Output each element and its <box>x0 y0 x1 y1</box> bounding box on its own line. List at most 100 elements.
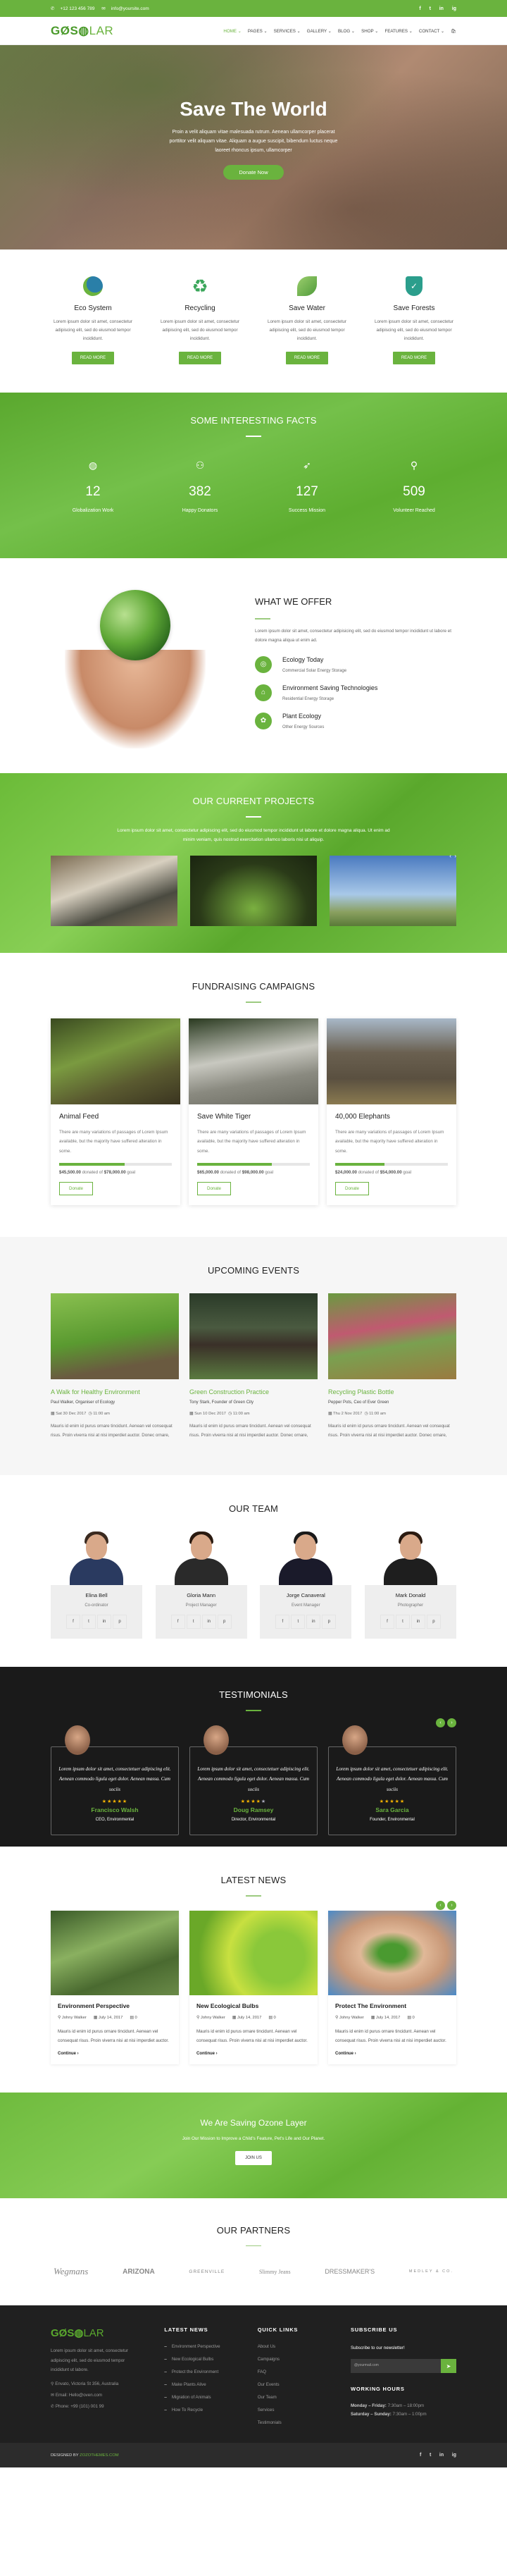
newsletter-email-input[interactable]: @yourmail.com <box>350 2359 441 2373</box>
nav-item-pages[interactable]: PAGES ⌄ <box>248 29 268 34</box>
offer-item-sub: Residential Energy Storage <box>282 696 334 701</box>
clock-icon: ◷ <box>364 1412 368 1416</box>
twitter-icon[interactable]: t <box>291 1615 306 1629</box>
event-title[interactable]: Green Construction Practice <box>189 1388 318 1395</box>
twitter-icon[interactable]: t <box>186 1615 201 1629</box>
next-arrow-button[interactable]: › <box>447 1900 456 1910</box>
continue-link[interactable]: Continue › <box>335 2052 449 2056</box>
donate-now-button[interactable]: Donate Now <box>223 165 284 180</box>
read-more-button[interactable]: READ MORE <box>392 352 436 364</box>
send-icon[interactable]: ➤ <box>440 2359 456 2373</box>
donate-button[interactable]: Donate <box>59 1182 93 1195</box>
linkedin-icon[interactable]: in <box>411 1615 425 1629</box>
member-role: Photographer <box>397 1603 424 1608</box>
facebook-icon[interactable]: f <box>419 6 420 11</box>
nav-item-contact[interactable]: CONTACT ⌄ <box>419 29 444 34</box>
news-image <box>51 1910 179 1995</box>
footer-email[interactable]: Email: Hello@oven.com <box>56 2393 102 2398</box>
partner-logo[interactable]: DRESSMAKER'S <box>325 2268 375 2275</box>
linkedin-icon[interactable]: in <box>201 1615 216 1629</box>
feature-card: Save Water Lorem ipsum dolor sit amet, c… <box>265 276 349 364</box>
footer-quick-link[interactable]: Campaigns <box>258 2357 351 2362</box>
testimonial-text: Lorem ipsum dolor sit amet, consectetuer… <box>336 1765 449 1792</box>
avatar <box>65 1725 90 1755</box>
read-more-button[interactable]: READ MORE <box>285 352 329 364</box>
footer-news-link[interactable]: – Environment Perspective <box>164 2344 257 2349</box>
pinterest-icon[interactable]: p <box>426 1615 441 1629</box>
pinterest-icon[interactable]: p <box>322 1615 337 1629</box>
designer-link[interactable]: ZOZOTHEMES.COM <box>80 2453 118 2458</box>
logo[interactable]: GØS◍LAR <box>51 24 113 38</box>
footer-logo[interactable]: GØS◍LAR <box>51 2327 143 2339</box>
facebook-icon[interactable]: f <box>66 1615 80 1629</box>
footer-quick-link[interactable]: FAQ <box>258 2369 351 2374</box>
donate-button[interactable]: Donate <box>197 1182 231 1195</box>
cart-icon[interactable]: 🛍 <box>451 28 456 34</box>
footer-quick-link[interactable]: Testimonials <box>258 2420 351 2425</box>
donate-button[interactable]: Donate <box>335 1182 369 1195</box>
twitter-icon[interactable]: t <box>395 1615 410 1629</box>
footer-news-link[interactable]: – Make Plants Alive <box>164 2382 257 2387</box>
news-title[interactable]: Protect The Environment <box>335 2002 449 2009</box>
project-image-sprout[interactable] <box>190 855 317 926</box>
linkedin-icon[interactable]: in <box>439 2453 444 2458</box>
email-address[interactable]: info@yoursite.com <box>111 6 149 11</box>
testimonial-role: Director, Environmental <box>231 1818 276 1822</box>
next-arrow-icon[interactable]: › <box>454 853 456 859</box>
news-title[interactable]: New Ecological Bulbs <box>196 2002 311 2009</box>
footer-quick-link[interactable]: Services <box>258 2408 351 2412</box>
partner-logo[interactable]: GREENVILLE <box>189 2269 225 2274</box>
nav-item-services[interactable]: SERVICES ⌄ <box>274 29 301 34</box>
linkedin-icon[interactable]: in <box>306 1615 321 1629</box>
footer-news-link[interactable]: – How To Recycle <box>164 2408 257 2412</box>
footer-quick-link[interactable]: About Us <box>258 2344 351 2349</box>
footer-news-link[interactable]: – New Ecological Bulbs <box>164 2357 257 2362</box>
facebook-icon[interactable]: f <box>170 1615 185 1629</box>
partner-logo[interactable]: Wegmans <box>54 2266 88 2277</box>
footer-news-link[interactable]: – Migration of Animals <box>164 2395 257 2400</box>
linkedin-icon[interactable]: in <box>97 1615 111 1629</box>
footer-quick-link[interactable]: Our Events <box>258 2382 351 2387</box>
twitter-icon[interactable]: t <box>430 6 431 11</box>
user-icon: ⚲ <box>410 459 418 471</box>
nav-item-blog[interactable]: BLOG ⌄ <box>338 29 355 34</box>
instagram-icon[interactable]: ig <box>452 2453 456 2458</box>
facebook-icon[interactable]: f <box>275 1615 290 1629</box>
footer-news-link[interactable]: – Protect the Environment <box>164 2369 257 2374</box>
instagram-icon[interactable]: ig <box>452 6 456 11</box>
calendar-icon: ▦ <box>93 2015 98 2020</box>
event-title[interactable]: A Walk for Healthy Environment <box>51 1388 179 1395</box>
prev-arrow-icon[interactable]: ‹ <box>449 853 451 859</box>
section-title: SOME INTERESTING FACTS <box>190 415 317 426</box>
comment-icon: ▤ <box>268 2015 273 2020</box>
facebook-icon[interactable]: f <box>420 2453 421 2458</box>
footer-about-text: Lorem ipsum dolor sit amet, consectetur … <box>51 2348 129 2372</box>
project-image-wind-turbines[interactable] <box>330 855 456 926</box>
save-water-icon <box>297 276 317 296</box>
pinterest-icon[interactable]: p <box>113 1615 127 1629</box>
continue-link[interactable]: Continue › <box>196 2052 311 2056</box>
pinterest-icon[interactable]: p <box>217 1615 232 1629</box>
nav-item-home[interactable]: HOME ⌄ <box>223 29 241 34</box>
read-more-button[interactable]: READ MORE <box>71 352 115 364</box>
project-image-tiger[interactable] <box>51 855 177 926</box>
prev-arrow-button[interactable]: ‹ <box>436 1900 445 1910</box>
news-title[interactable]: Environment Perspective <box>58 2002 172 2009</box>
news-text: Mauris id enim id purus ornare tincidunt… <box>58 2028 169 2044</box>
twitter-icon[interactable]: t <box>430 2453 431 2458</box>
event-title[interactable]: Recycling Plastic Bottle <box>328 1388 456 1395</box>
footer-quick-link[interactable]: Our Team <box>258 2395 351 2400</box>
partner-logo[interactable]: MEDLEY & CO. <box>409 2269 453 2274</box>
campaign-progress-bar <box>59 1163 172 1166</box>
read-more-button[interactable]: READ MORE <box>178 352 222 364</box>
nav-item-shop[interactable]: SHOP ⌄ <box>361 29 378 34</box>
nav-item-features[interactable]: FEATURES ⌄ <box>384 29 412 34</box>
partner-logo[interactable]: ARIZONA <box>123 2268 155 2276</box>
continue-link[interactable]: Continue › <box>58 2052 172 2056</box>
partner-logo[interactable]: Slimmy Jeans <box>259 2269 291 2275</box>
linkedin-icon[interactable]: in <box>439 6 444 11</box>
twitter-icon[interactable]: t <box>82 1615 96 1629</box>
facebook-icon[interactable]: f <box>380 1615 394 1629</box>
join-us-button[interactable]: JOIN US <box>235 2150 272 2165</box>
nav-item-gallery[interactable]: GALLERY ⌄ <box>307 29 332 34</box>
